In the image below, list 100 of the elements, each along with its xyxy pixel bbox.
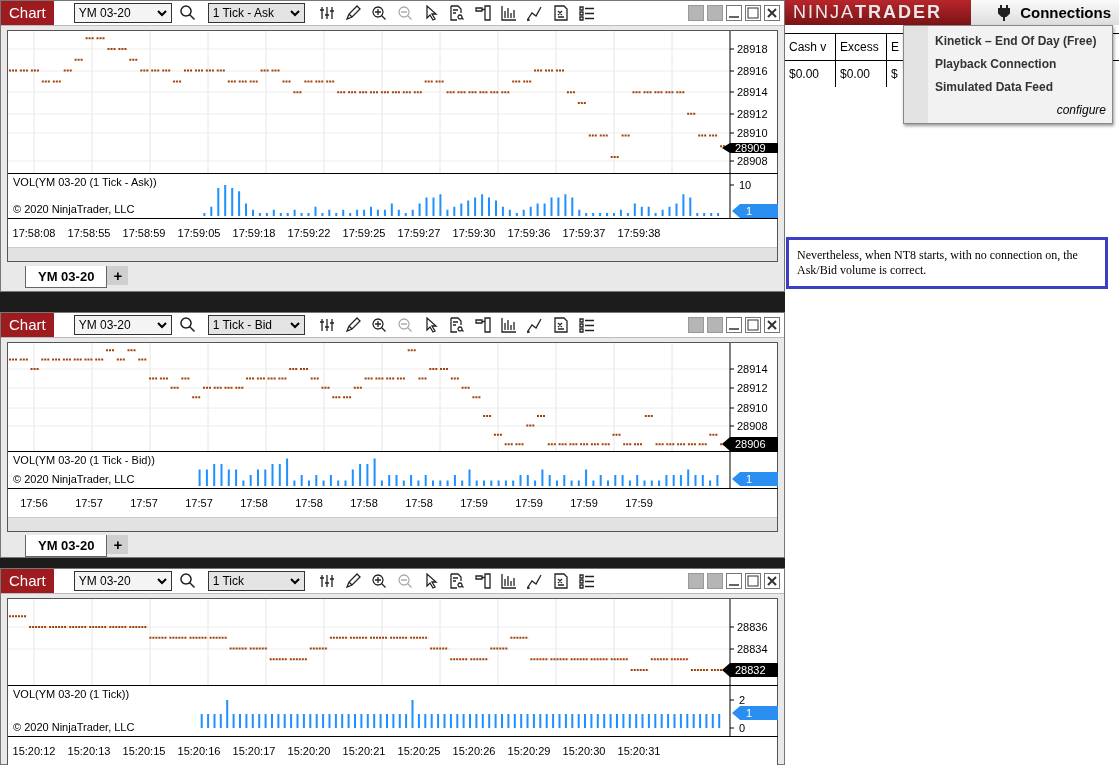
instrument-dropdown[interactable]: YM 03-20 xyxy=(73,571,172,591)
calculator-icon[interactable] xyxy=(552,317,569,333)
sliders-icon[interactable] xyxy=(318,573,335,589)
caret-icon xyxy=(289,321,300,329)
line-chart-icon[interactable] xyxy=(526,573,543,589)
close-icon[interactable] xyxy=(764,5,780,21)
time-label: 15:20:20 xyxy=(286,745,332,757)
interval-dropdown[interactable]: 1 Tick xyxy=(207,571,305,591)
chart-title: Chart xyxy=(1,313,54,337)
scrollbar[interactable] xyxy=(8,247,777,261)
time-label: 15:20:17 xyxy=(231,745,277,757)
zoom-in-icon[interactable] xyxy=(370,573,387,589)
document-search-icon[interactable] xyxy=(448,5,465,21)
time-label: 17:58 xyxy=(404,497,434,509)
chart-tab[interactable]: YM 03-20 xyxy=(25,535,108,557)
price-tick-label: 28910 xyxy=(737,402,768,414)
list-icon[interactable] xyxy=(578,5,595,21)
time-label: 17:59:22 xyxy=(286,227,332,239)
line-chart-icon[interactable] xyxy=(526,317,543,333)
time-label: 17:59:37 xyxy=(561,227,607,239)
copyright-text: © 2020 NinjaTrader, LLC xyxy=(13,203,135,215)
scrollbar[interactable] xyxy=(8,517,777,531)
time-label: 17:57 xyxy=(129,497,159,509)
caret-icon xyxy=(156,577,167,585)
document-search-icon[interactable] xyxy=(448,573,465,589)
search-icon[interactable] xyxy=(179,5,196,21)
search-icon[interactable] xyxy=(179,573,196,589)
last-price-marker: 28832 xyxy=(722,663,778,677)
panel-icon[interactable] xyxy=(474,317,491,333)
close-icon[interactable] xyxy=(764,317,780,333)
chart-title: Chart xyxy=(1,1,54,25)
chart-title: Chart xyxy=(1,569,54,593)
note-text: Nevertheless, when NT8 starts, with no connection on, the Ask/Bid volume is correct. xyxy=(786,237,1108,289)
time-label: 17:58 xyxy=(239,497,269,509)
calculator-icon[interactable] xyxy=(552,5,569,21)
time-label: 15:20:29 xyxy=(506,745,552,757)
caret-icon xyxy=(156,9,167,17)
pencil-icon[interactable] xyxy=(344,317,361,333)
price-tick-label: 28836 xyxy=(737,621,768,633)
maximize-icon[interactable] xyxy=(745,317,761,333)
zoom-in-icon[interactable] xyxy=(370,317,387,333)
time-label: 17:57 xyxy=(184,497,214,509)
time-label: 17:59:36 xyxy=(506,227,552,239)
panel-icon[interactable] xyxy=(474,573,491,589)
time-label: 17:59:30 xyxy=(451,227,497,239)
column-header[interactable]: Excess xyxy=(836,34,887,60)
price-tick-label: 28914 xyxy=(737,86,768,98)
menu-item[interactable]: Kinetick – End Of Day (Free) xyxy=(904,30,1112,53)
time-label: 17:59:27 xyxy=(396,227,442,239)
time-label: 15:20:21 xyxy=(341,745,387,757)
minimize-icon[interactable] xyxy=(726,5,742,21)
time-label: 17:57 xyxy=(74,497,104,509)
time-label: 17:58 xyxy=(294,497,324,509)
volume-label: VOL(YM 03-20 (1 Tick - Bid)) xyxy=(13,454,155,466)
document-search-icon[interactable] xyxy=(448,317,465,333)
list-icon[interactable] xyxy=(578,573,595,589)
instrument-dropdown[interactable]: YM 03-20 xyxy=(73,3,172,23)
connections-button[interactable]: Connections xyxy=(971,0,1119,25)
add-tab-button[interactable]: + xyxy=(107,535,129,554)
search-icon[interactable] xyxy=(179,317,196,333)
list-icon[interactable] xyxy=(578,317,595,333)
bar-chart-icon[interactable] xyxy=(500,573,517,589)
volume-tick-label: 10 xyxy=(739,179,752,191)
caret-icon xyxy=(156,321,167,329)
chart-tab[interactable]: YM 03-20 xyxy=(25,266,108,288)
close-icon[interactable] xyxy=(764,573,780,589)
add-tab-button[interactable]: + xyxy=(107,266,129,285)
volume-label: VOL(YM 03-20 (1 Tick)) xyxy=(13,688,130,700)
price-tick-label: 28912 xyxy=(737,108,768,120)
sliders-icon[interactable] xyxy=(318,5,335,21)
volume-marker: 1 xyxy=(732,706,778,720)
bar-chart-icon[interactable] xyxy=(500,317,517,333)
maximize-icon[interactable] xyxy=(745,5,761,21)
volume-label: VOL(YM 03-20 (1 Tick - Ask)) xyxy=(13,176,157,188)
minimize-icon[interactable] xyxy=(726,317,742,333)
time-label: 15:20:25 xyxy=(396,745,442,757)
calculator-icon[interactable] xyxy=(552,573,569,589)
column-header[interactable]: Cash v xyxy=(785,34,836,60)
bar-chart-icon[interactable] xyxy=(500,5,517,21)
instrument-dropdown[interactable]: YM 03-20 xyxy=(73,315,172,335)
logo: NINJATRADER xyxy=(785,0,971,25)
minimize-icon[interactable] xyxy=(726,573,742,589)
pencil-icon[interactable] xyxy=(344,573,361,589)
line-chart-icon[interactable] xyxy=(526,5,543,21)
time-label: 17:59 xyxy=(624,497,654,509)
zoom-in-icon[interactable] xyxy=(370,5,387,21)
price-tick-label: 28910 xyxy=(737,127,768,139)
time-label: 17:58:55 xyxy=(66,227,112,239)
time-label: 15:20:12 xyxy=(11,745,57,757)
interval-dropdown[interactable]: 1 Tick - Bid xyxy=(207,315,305,335)
price-tick-label: 28918 xyxy=(737,43,768,55)
sliders-icon[interactable] xyxy=(318,317,335,333)
configure-link[interactable]: configure xyxy=(1056,99,1112,119)
copyright-text: © 2020 NinjaTrader, LLC xyxy=(13,473,135,485)
maximize-icon[interactable] xyxy=(745,573,761,589)
price-tick-label: 28914 xyxy=(737,363,768,375)
panel-icon[interactable] xyxy=(474,5,491,21)
interval-dropdown[interactable]: 1 Tick - Ask xyxy=(207,3,305,23)
pencil-icon[interactable] xyxy=(344,5,361,21)
volume-tick-label: 2 xyxy=(739,694,746,706)
